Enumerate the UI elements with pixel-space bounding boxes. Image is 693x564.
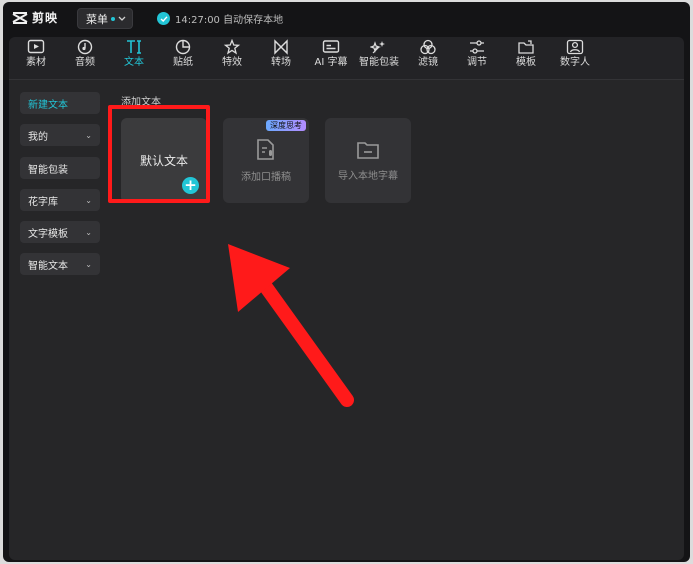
- sidebar-item-label: 智能包装: [28, 164, 68, 176]
- card-label: 添加口播稿: [241, 172, 291, 183]
- chevron-down-icon: ⌄: [85, 227, 92, 237]
- app-logo: 剪映: [12, 9, 58, 26]
- add-script-card[interactable]: 深度思考 添加口播稿: [223, 118, 309, 203]
- check-circle-icon: [157, 12, 170, 25]
- tool-filter[interactable]: 滤镜: [411, 39, 445, 69]
- tool-label: 调节: [467, 57, 487, 68]
- transition-icon: [274, 39, 288, 55]
- menu-button[interactable]: 菜单: [77, 8, 133, 29]
- main-toolbar: 素材 音频 文本 贴纸 特效 转场 AI 字幕 智能包装 滤镜 调节 模板 数字…: [9, 37, 684, 79]
- script-doc-icon: [257, 139, 274, 160]
- folder-icon: [357, 142, 379, 159]
- notification-dot: [111, 16, 115, 21]
- sidebar-item-flower-text[interactable]: 花字库 ⌄: [20, 189, 100, 211]
- tool-label: 数字人: [560, 57, 590, 68]
- tool-sticker[interactable]: 贴纸: [166, 39, 200, 69]
- deep-thinking-badge: 深度思考: [266, 120, 306, 131]
- add-icon[interactable]: +: [182, 177, 199, 194]
- sidebar-item-smart-pack[interactable]: 智能包装: [20, 157, 100, 179]
- section-title: 添加文本: [121, 97, 161, 108]
- tool-label: 滤镜: [418, 57, 438, 68]
- menu-label: 菜单: [86, 12, 108, 26]
- autosave-text: 14:27:00 自动保存本地: [175, 15, 284, 26]
- filter-icon: [420, 39, 436, 55]
- text-icon: [127, 40, 141, 54]
- template-icon: [518, 40, 534, 54]
- smart-pack-icon: [370, 41, 385, 54]
- chevron-down-icon: ⌄: [85, 195, 92, 205]
- card-label: 默认文本: [139, 154, 188, 168]
- default-text-card[interactable]: 默认文本 +: [121, 118, 207, 203]
- sidebar-item-label: 智能文本: [28, 260, 68, 272]
- sidebar-item-text-template[interactable]: 文字模板 ⌄: [20, 221, 100, 243]
- tool-digital-human[interactable]: 数字人: [555, 39, 595, 69]
- title-bar: 剪映 菜单 14:27:00 自动保存本地: [3, 2, 690, 34]
- tool-label: 模板: [516, 57, 536, 68]
- app-window: 剪映 菜单 14:27:00 自动保存本地 素材 音频 文本 贴纸 特效 转场 …: [3, 2, 690, 562]
- tool-label: 贴纸: [173, 57, 193, 68]
- tool-transition[interactable]: 转场: [264, 39, 298, 69]
- tool-smart-pack[interactable]: 智能包装: [357, 39, 401, 69]
- audio-icon: [77, 39, 93, 55]
- sidebar-item-label: 花字库: [28, 196, 58, 208]
- text-panel: 新建文本 我的 ⌄ 智能包装 花字库 ⌄ 文字模板 ⌄ 智能文本 ⌄ 添加文本 …: [9, 80, 684, 560]
- tool-label: 素材: [26, 57, 46, 68]
- adjust-icon: [470, 40, 484, 54]
- chevron-down-icon: ⌄: [85, 259, 92, 269]
- sidebar-item-label: 新建文本: [28, 99, 68, 111]
- tool-effects[interactable]: 特效: [215, 39, 249, 69]
- sidebar-item-new-text[interactable]: 新建文本: [20, 92, 100, 114]
- tool-ai-caption[interactable]: AI 字幕: [311, 39, 351, 69]
- tool-label: 特效: [222, 57, 242, 68]
- tool-label: 智能包装: [359, 57, 399, 68]
- chevron-down-icon: ⌄: [85, 130, 92, 140]
- effects-icon: [223, 39, 241, 55]
- tool-label: AI 字幕: [314, 57, 348, 68]
- capcut-logo-icon: [12, 11, 28, 24]
- sidebar-item-label: 文字模板: [28, 228, 68, 240]
- sidebar-item-smart-text[interactable]: 智能文本 ⌄: [20, 253, 100, 275]
- tool-media[interactable]: 素材: [19, 39, 53, 69]
- chevron-down-icon: [118, 16, 126, 21]
- import-subtitle-card[interactable]: 导入本地字幕: [325, 118, 411, 203]
- tool-label: 音频: [75, 57, 95, 68]
- digital-human-icon: [566, 39, 584, 55]
- ai-caption-icon: [322, 40, 340, 53]
- media-icon: [27, 39, 45, 54]
- card-label: 导入本地字幕: [338, 171, 398, 182]
- tool-template[interactable]: 模板: [509, 39, 543, 69]
- sidebar-item-label: 我的: [28, 131, 48, 143]
- tool-text[interactable]: 文本: [117, 39, 151, 69]
- tool-audio[interactable]: 音频: [68, 39, 102, 69]
- sticker-icon: [175, 39, 191, 55]
- autosave-status: 14:27:00 自动保存本地: [157, 11, 283, 26]
- app-name: 剪映: [32, 11, 59, 25]
- tool-label: 文本: [124, 57, 144, 68]
- tool-adjust[interactable]: 调节: [460, 39, 494, 69]
- sidebar-item-mine[interactable]: 我的 ⌄: [20, 124, 100, 146]
- tool-label: 转场: [271, 57, 291, 68]
